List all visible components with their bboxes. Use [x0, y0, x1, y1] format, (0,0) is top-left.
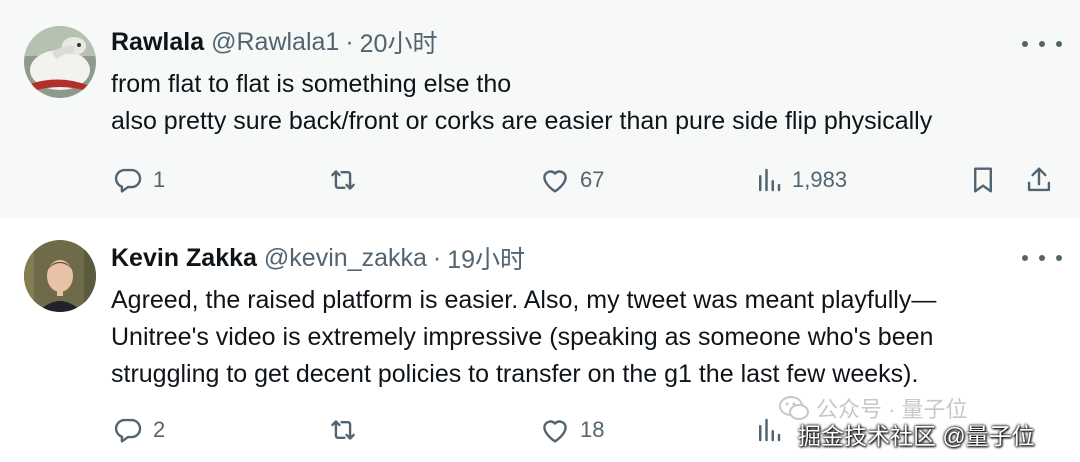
reply-tweet[interactable]: Rawlala @Rawlala1 · 20小时 from flat to fl… [0, 0, 1080, 218]
author-name[interactable]: Kevin Zakka [111, 244, 257, 273]
share-icon [1027, 167, 1051, 192]
reply-count: 1 [153, 167, 166, 192]
like-icon [543, 420, 567, 443]
tweet-text-line: Unitree's video is extremely impressive … [111, 323, 934, 351]
like-button[interactable]: 67 [538, 160, 604, 200]
views-button[interactable]: 1,983 [754, 160, 847, 200]
like-icon [543, 170, 567, 193]
tweet-text-line: Agreed, the raised platform is easier. A… [111, 286, 937, 314]
reply-count: 2 [153, 417, 166, 442]
avatar[interactable] [24, 240, 96, 312]
timestamp[interactable]: 19小时 [447, 240, 525, 276]
bookmark-button[interactable] [966, 160, 1000, 200]
tweet-text: from flat to flat is something else tho … [111, 66, 1061, 140]
like-button[interactable]: 18 [538, 410, 604, 450]
reply-button[interactable]: 1 [111, 160, 165, 200]
separator-dot: · [345, 27, 354, 56]
tweet-text-line: from flat to flat is something else tho [111, 70, 512, 98]
action-bar: 1 67 1,983 [0, 160, 1080, 200]
tweet-text-line: struggling to get decent policies to tra… [111, 360, 919, 388]
author-handle[interactable]: @kevin_zakka [264, 244, 427, 273]
view-count: 1,983 [792, 167, 848, 192]
source-tag: 掘金技术社区 @量子位 [798, 423, 1035, 449]
author-name[interactable]: Rawlala [111, 28, 204, 57]
tweet-header: Rawlala @Rawlala1 · 20小时 [111, 24, 438, 60]
tweet-header: Kevin Zakka @kevin_zakka · 19小时 [111, 240, 525, 276]
like-count: 18 [580, 417, 605, 442]
views-icon [759, 168, 781, 192]
avatar[interactable] [24, 26, 96, 98]
bookmark-icon [974, 167, 992, 193]
retweet-icon [331, 170, 355, 190]
reply-icon [114, 168, 142, 193]
retweet-icon [331, 420, 355, 440]
timestamp[interactable]: 20小时 [360, 24, 438, 60]
author-handle[interactable]: @Rawlala1 [211, 28, 339, 57]
more-icon[interactable] [1022, 32, 1062, 56]
separator-dot: · [432, 243, 442, 272]
tweet-text: Agreed, the raised platform is easier. A… [111, 282, 1061, 393]
tweet-text-line: also pretty sure back/front or corks are… [111, 107, 933, 135]
retweet-button[interactable] [326, 160, 360, 200]
retweet-button[interactable] [326, 410, 360, 450]
share-button[interactable] [1022, 160, 1056, 200]
reply-icon [114, 418, 142, 443]
like-count: 67 [580, 167, 605, 192]
more-icon[interactable] [1022, 246, 1062, 270]
reply-button[interactable]: 2 [111, 410, 165, 450]
